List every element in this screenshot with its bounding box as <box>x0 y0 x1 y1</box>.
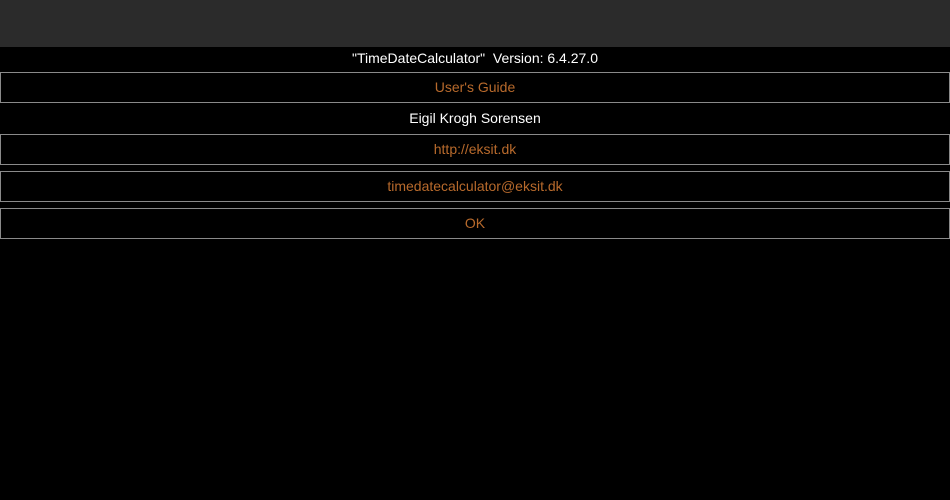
title-bar <box>0 0 950 47</box>
ok-button[interactable]: OK <box>0 208 950 239</box>
about-panel: "TimeDateCalculator" Version: 6.4.27.0 U… <box>0 47 950 239</box>
email-link-button[interactable]: timedatecalculator@eksit.dk <box>0 171 950 202</box>
users-guide-button[interactable]: User's Guide <box>0 72 950 103</box>
app-version-text: "TimeDateCalculator" Version: 6.4.27.0 <box>352 50 598 66</box>
author-name: Eigil Krogh Sorensen <box>409 110 541 126</box>
website-link-button[interactable]: http://eksit.dk <box>0 134 950 165</box>
